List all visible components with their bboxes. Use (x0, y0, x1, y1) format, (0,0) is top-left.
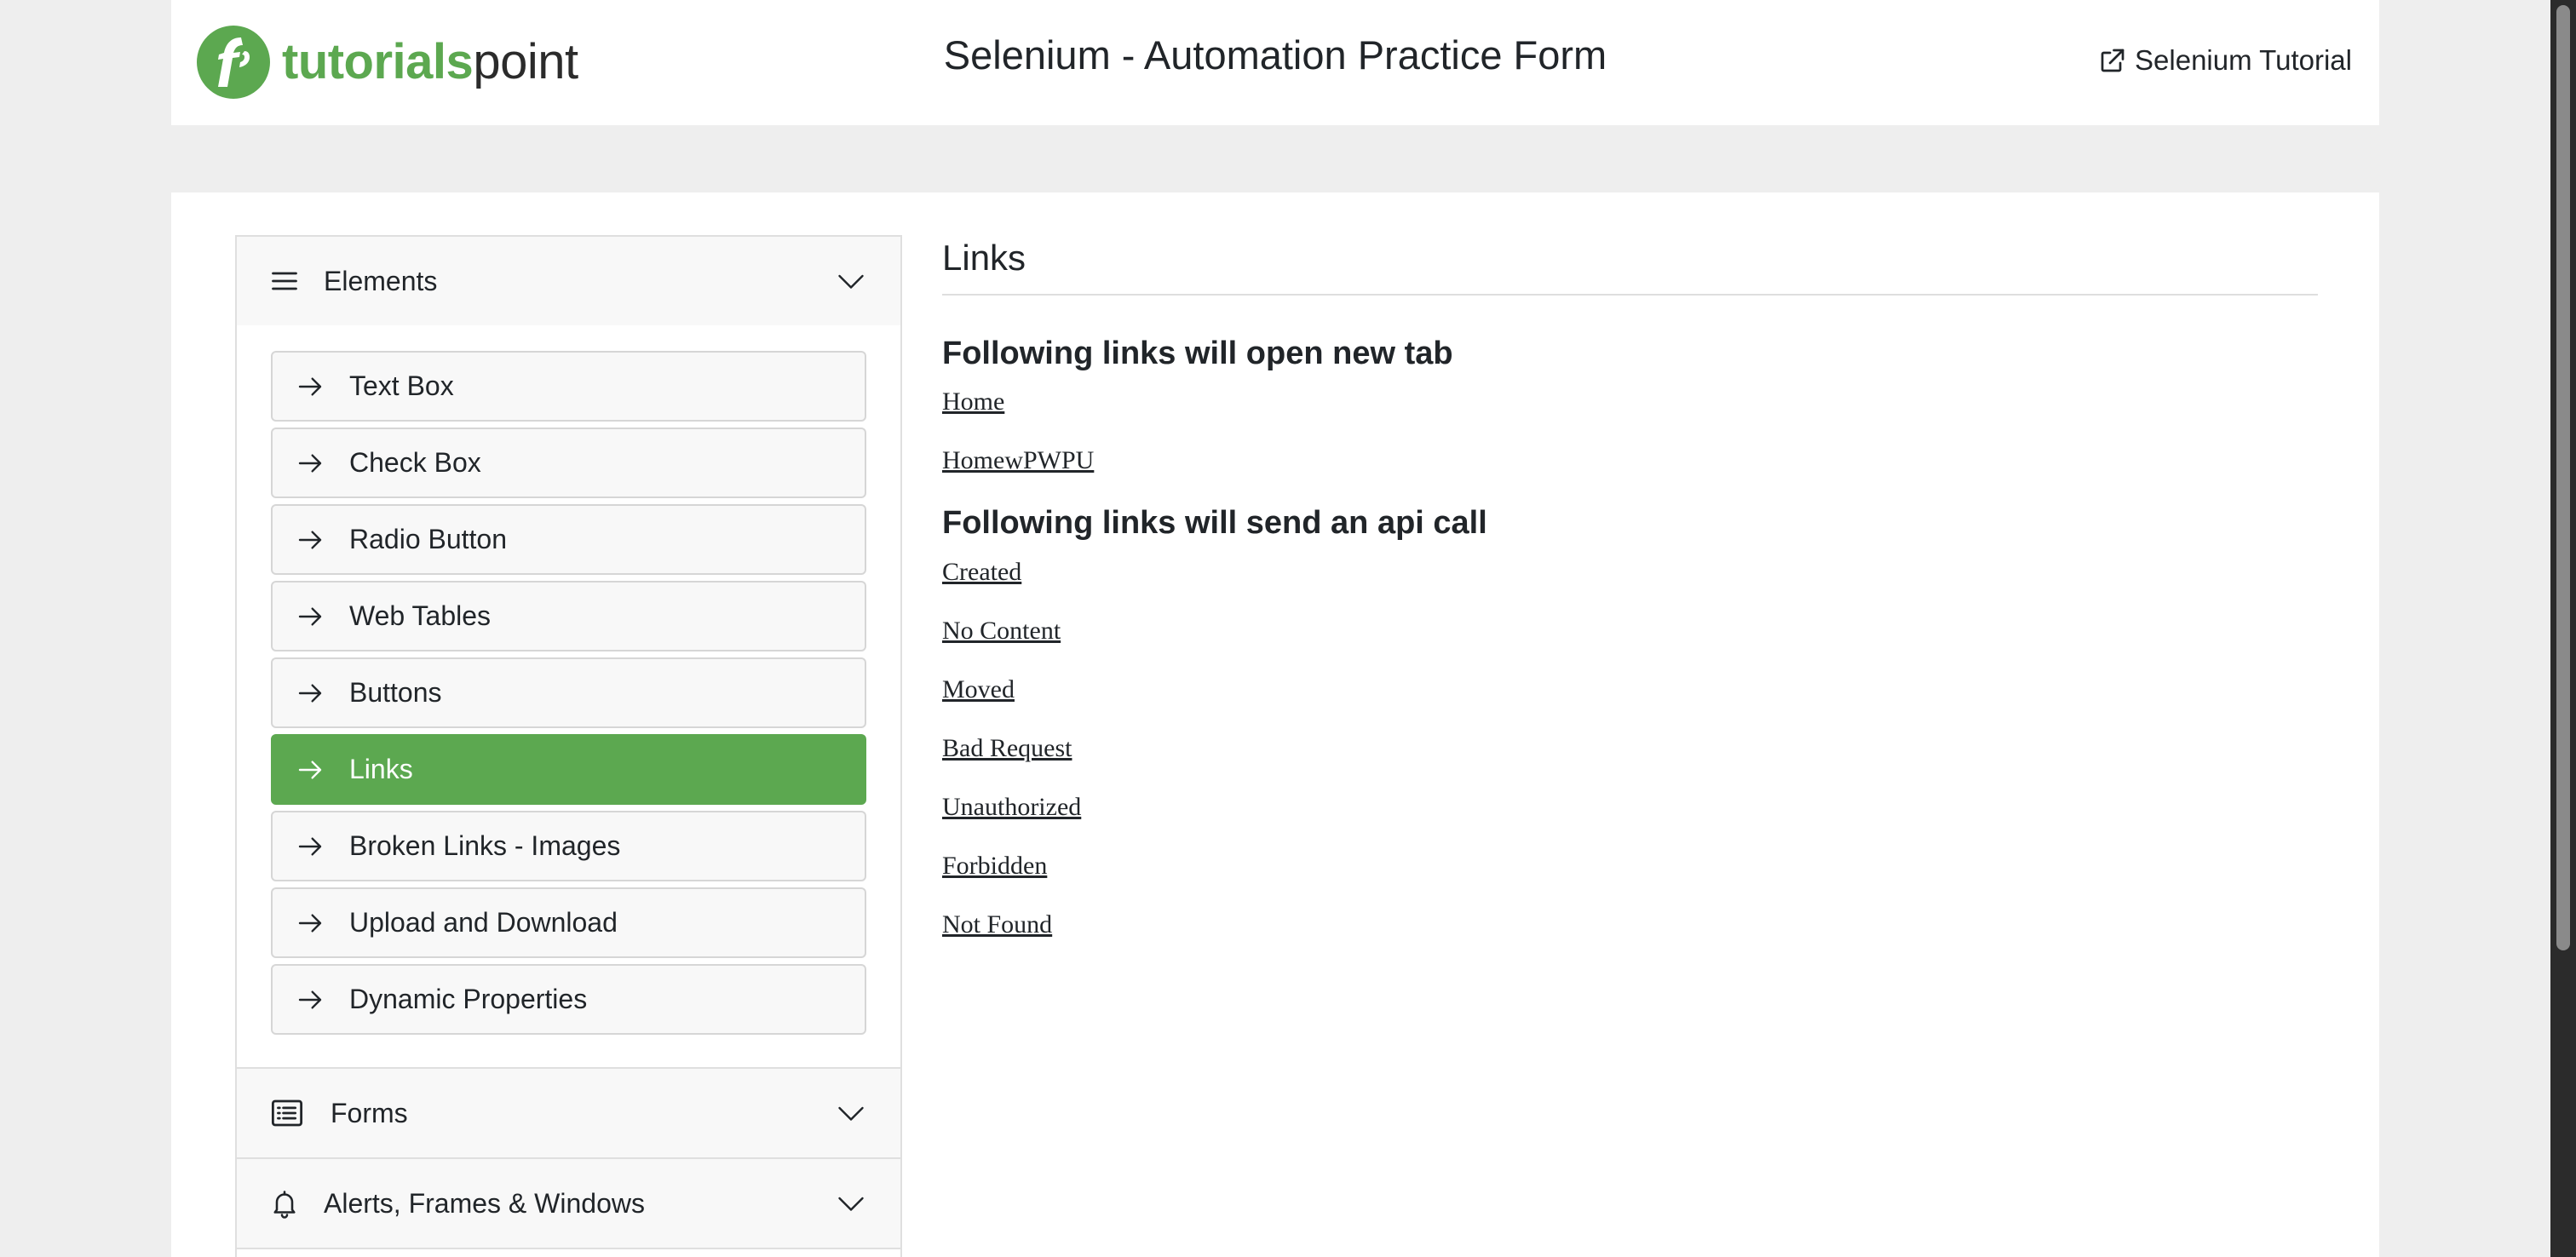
sidebar-item-label: Dynamic Properties (349, 984, 588, 1014)
chevron-down-icon (838, 274, 864, 289)
list-item: Bad Request (942, 726, 2318, 770)
arrow-right-icon (298, 376, 322, 396)
api-call-links: Created No Content Moved Bad Request Una… (942, 550, 2318, 946)
forms-accordion-header[interactable]: Forms (237, 1069, 900, 1157)
link-unauthorized[interactable]: Unauthorized (942, 793, 1081, 821)
link-moved[interactable]: Moved (942, 675, 1015, 703)
link-created[interactable]: Created (942, 558, 1021, 586)
sidebar-item-broken-links-images[interactable]: Broken Links - Images (271, 811, 866, 881)
selenium-tutorial-label: Selenium Tutorial (2135, 44, 2352, 76)
arrow-right-icon (298, 760, 322, 779)
sidebar-item-buttons[interactable]: Buttons (271, 657, 866, 728)
list-item: HomewPWPU (942, 439, 2318, 482)
new-tab-links: Home HomewPWPU (942, 380, 2318, 482)
sidebar-item-label: Web Tables (349, 600, 492, 631)
sidebar-item-dynamic-properties[interactable]: Dynamic Properties (271, 964, 866, 1035)
sidebar-item-label: Broken Links - Images (349, 830, 621, 861)
sidebar-item-label: Upload and Download (349, 907, 618, 938)
logo-text-tutorials: tutorials (282, 34, 474, 89)
sidebar-item-text-box[interactable]: Text Box (271, 351, 866, 422)
sidebar-item-check-box[interactable]: Check Box (271, 428, 866, 498)
logo-text-point: point (473, 34, 578, 89)
scrollbar-thumb[interactable] (2556, 5, 2570, 950)
sidebar-item-links[interactable]: Links (271, 734, 866, 805)
list-item: Moved (942, 668, 2318, 711)
content-title: Links (942, 235, 2318, 296)
logo-text: tutorialspoint (282, 37, 578, 87)
hamburger-icon (272, 272, 297, 290)
vertical-scrollbar[interactable] (2550, 0, 2576, 1257)
logo[interactable]: tutorialspoint (197, 26, 578, 99)
list-item: Created (942, 550, 2318, 594)
external-link-icon (2101, 49, 2125, 72)
sidebar-accordion: Elements Text Box Check Box Radio Button (235, 235, 902, 1257)
alerts-accordion-header[interactable]: Alerts, Frames & Windows (237, 1159, 900, 1248)
list-item: No Content (942, 609, 2318, 652)
arrow-right-icon (298, 683, 322, 703)
api-call-heading: Following links will send an api call (942, 505, 1487, 542)
link-homewpwpu[interactable]: HomewPWPU (942, 446, 1094, 474)
arrow-right-icon (298, 530, 322, 549)
arrow-right-icon (298, 913, 322, 933)
forms-accordion: Forms (237, 1069, 900, 1159)
header: tutorialspoint Selenium - Automation Pra… (171, 0, 2379, 125)
arrow-right-icon (298, 606, 322, 626)
sidebar-item-label: Radio Button (349, 524, 508, 554)
link-no-content[interactable]: No Content (942, 617, 1061, 645)
sidebar-item-label: Text Box (349, 370, 454, 401)
sidebar-item-web-tables[interactable]: Web Tables (271, 581, 866, 651)
link-home[interactable]: Home (942, 387, 1004, 416)
link-not-found[interactable]: Not Found (942, 910, 1052, 938)
elements-section-label: Elements (324, 265, 438, 296)
list-item: Home (942, 380, 2318, 423)
link-forbidden[interactable]: Forbidden (942, 852, 1047, 880)
arrow-right-icon (298, 990, 322, 1009)
sidebar-item-label: Check Box (349, 447, 481, 478)
bell-icon (273, 1191, 296, 1219)
selenium-tutorial-link[interactable]: Selenium Tutorial (2097, 44, 2352, 77)
list-icon (271, 1099, 303, 1127)
links-content: Links Following links will open new tab … (942, 235, 2318, 946)
arrow-right-icon (298, 836, 322, 856)
sidebar-item-label: Links (349, 754, 413, 784)
chevron-down-icon (838, 1197, 864, 1211)
tutorialspoint-logo-icon (197, 26, 270, 99)
list-item: Unauthorized (942, 785, 2318, 829)
link-bad-request[interactable]: Bad Request (942, 734, 1072, 762)
arrow-right-icon (298, 453, 322, 473)
list-item: Not Found (942, 903, 2318, 946)
page: tutorialspoint Selenium - Automation Pra… (0, 0, 2576, 1257)
list-item: Forbidden (942, 844, 2318, 887)
chevron-down-icon (838, 1106, 864, 1121)
sidebar-item-label: Buttons (349, 677, 442, 708)
alerts-section-label: Alerts, Frames & Windows (324, 1187, 645, 1219)
elements-menu: Text Box Check Box Radio Button Web Tabl… (237, 325, 900, 1069)
new-tab-heading: Following links will open new tab (942, 335, 1453, 371)
sidebar-item-radio-button[interactable]: Radio Button (271, 504, 866, 575)
elements-accordion-header[interactable]: Elements (237, 237, 900, 325)
alerts-frames-windows-accordion: Alerts, Frames & Windows (237, 1159, 900, 1249)
page-title-text: Selenium - Automation Practice Form (943, 32, 1607, 77)
forms-section-label: Forms (331, 1097, 408, 1128)
main-card: Elements Text Box Check Box Radio Button (171, 192, 2379, 1257)
sidebar-item-upload-and-download[interactable]: Upload and Download (271, 887, 866, 958)
